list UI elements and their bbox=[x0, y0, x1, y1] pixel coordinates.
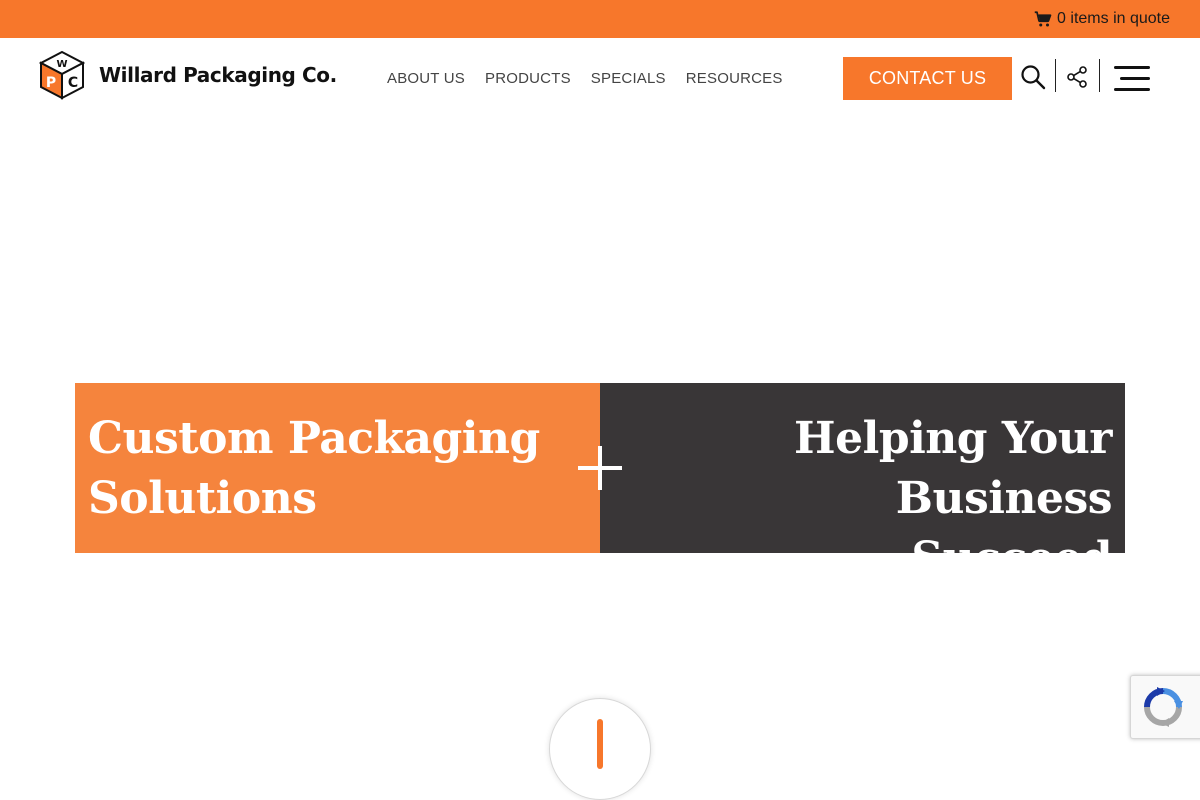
hero-left-heading: Custom Packaging Solutions bbox=[88, 409, 540, 529]
hero-right-line-1: Helping Your Business bbox=[794, 413, 1112, 524]
site-header: W P C Willard Packaging Co. ABOUT US PRO… bbox=[0, 38, 1200, 116]
logo-letter-p: P bbox=[46, 75, 56, 91]
hamburger-menu-icon bbox=[1114, 66, 1150, 69]
recaptcha-badge[interactable] bbox=[1130, 675, 1200, 739]
hero-left-line-1: Custom Packaging bbox=[88, 413, 540, 464]
hamburger-menu-icon bbox=[1114, 88, 1150, 91]
header-divider bbox=[1099, 59, 1100, 92]
nav-resources[interactable]: RESOURCES bbox=[686, 70, 783, 87]
nav-specials[interactable]: SPECIALS bbox=[591, 70, 666, 87]
contact-us-button[interactable]: CONTACT US bbox=[843, 57, 1012, 100]
share-icon bbox=[1067, 66, 1087, 88]
main-nav: ABOUT US PRODUCTS SPECIALS RESOURCES bbox=[387, 70, 783, 87]
hero-helping-business-panel: Helping Your Business Succeed bbox=[600, 383, 1125, 584]
search-icon bbox=[1021, 65, 1046, 90]
share-button[interactable] bbox=[1059, 59, 1095, 95]
cube-logo-icon: W P C bbox=[39, 50, 85, 100]
top-bar: 0 items in quote bbox=[0, 0, 1200, 38]
search-button[interactable] bbox=[1015, 59, 1051, 95]
hamburger-menu-icon bbox=[1120, 77, 1150, 80]
nav-products[interactable]: PRODUCTS bbox=[485, 70, 571, 87]
scroll-down-button[interactable] bbox=[549, 698, 651, 800]
brand-name: Willard Packaging Co. bbox=[99, 63, 337, 87]
recaptcha-icon bbox=[1144, 687, 1183, 727]
hero-right-heading: Helping Your Business Succeed bbox=[600, 409, 1112, 589]
scroll-down-icon bbox=[597, 719, 603, 769]
logo-letter-w: W bbox=[56, 59, 67, 70]
cart-icon bbox=[1034, 11, 1052, 27]
hero-custom-packaging-panel: Custom Packaging Solutions bbox=[75, 383, 600, 553]
hero-right-line-2: Succeed bbox=[911, 533, 1112, 584]
hamburger-menu-button[interactable] bbox=[1114, 66, 1150, 92]
nav-about-us[interactable]: ABOUT US bbox=[387, 70, 465, 87]
plus-icon bbox=[578, 446, 622, 490]
logo-letter-c: C bbox=[68, 75, 78, 91]
header-divider bbox=[1055, 59, 1056, 92]
brand-logo-link[interactable]: W P C Willard Packaging Co. bbox=[39, 50, 337, 100]
hero-left-line-2: Solutions bbox=[88, 473, 317, 524]
quote-count-text: 0 items in quote bbox=[1057, 10, 1170, 27]
quote-cart-link[interactable]: 0 items in quote bbox=[1034, 9, 1170, 29]
